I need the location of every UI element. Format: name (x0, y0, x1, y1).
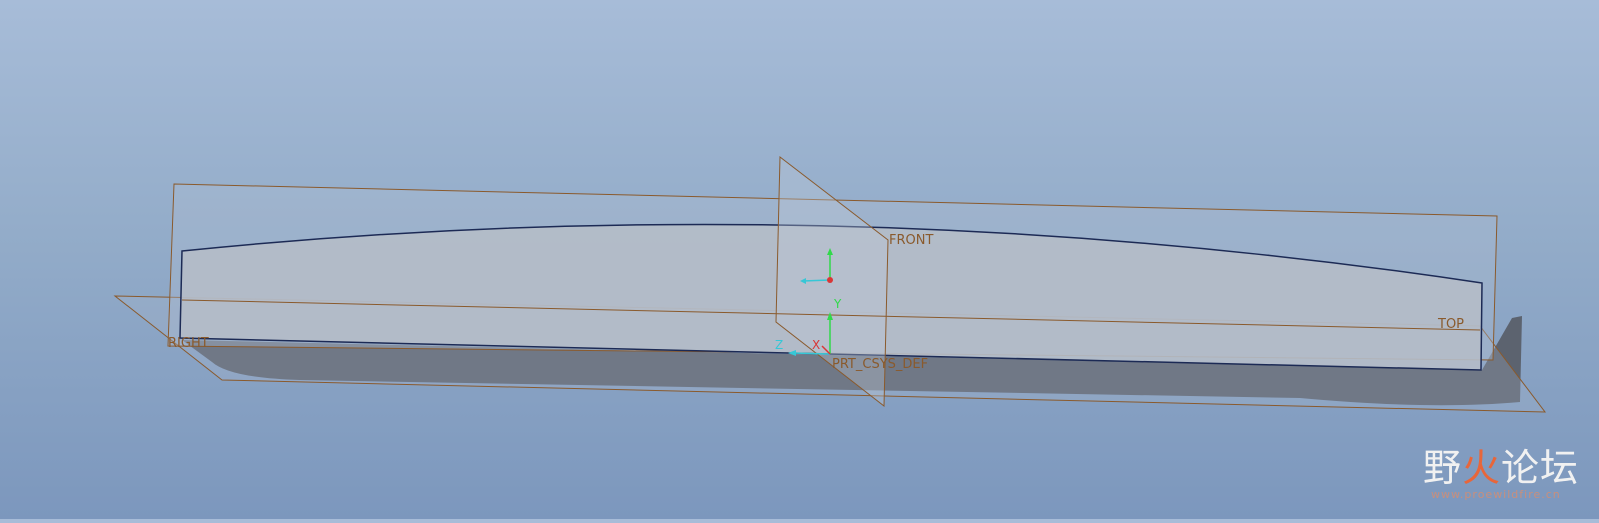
3d-graphics-viewport[interactable]: FRONT TOP RIGHT PRT_CSYS_DEF X Y Z 野火论坛 … (0, 0, 1599, 519)
watermark-logo: 野火论坛 (1423, 448, 1579, 488)
triad-z-axis (802, 279, 831, 282)
forum-watermark: 野火论坛 www.proewildfire.cn (1423, 448, 1579, 501)
csys-z-axis (791, 352, 831, 355)
csys-x-label: X (812, 338, 820, 352)
csys-y-label: Y (833, 297, 842, 311)
top-plane-label[interactable]: TOP (1437, 317, 1464, 332)
watermark-url: www.proewildfire.cn (1430, 488, 1561, 501)
triad-origin-dot (827, 277, 833, 283)
watermark-logo-part1: 野 (1422, 446, 1462, 490)
right-plane-label[interactable]: RIGHT (168, 336, 209, 351)
front-plane-label[interactable]: FRONT (889, 233, 933, 248)
model-view-canvas[interactable]: FRONT TOP RIGHT PRT_CSYS_DEF X Y Z (0, 0, 1599, 519)
csys-z-label: Z (775, 338, 783, 352)
watermark-logo-part2: 火 (1461, 446, 1501, 490)
watermark-logo-part3: 论坛 (1500, 446, 1579, 490)
csys-label[interactable]: PRT_CSYS_DEF (832, 357, 928, 372)
